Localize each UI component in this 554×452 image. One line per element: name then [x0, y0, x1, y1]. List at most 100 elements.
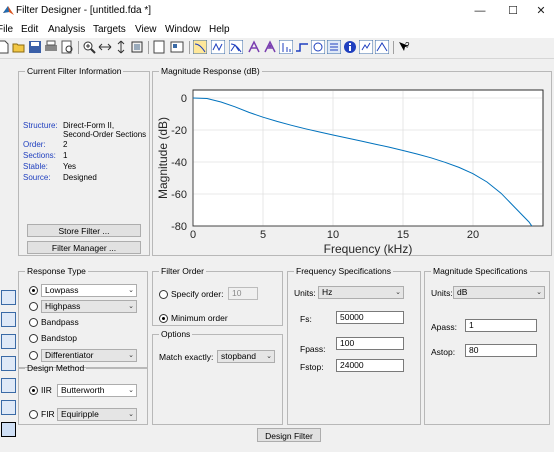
differentiator-radio[interactable]	[29, 351, 38, 360]
mag-units-select[interactable]: dB ⌄	[453, 286, 545, 299]
new-icon[interactable]	[0, 40, 10, 54]
bandstop-label: Bandstop	[41, 333, 77, 343]
zoom-x-icon[interactable]	[98, 40, 112, 54]
specify-order-input[interactable]: 10	[228, 287, 258, 300]
full-screen-icon[interactable]	[170, 40, 184, 54]
freq-units-select[interactable]: Hz ⌄	[318, 286, 404, 299]
match-exactly-select[interactable]: stopband ⌄	[217, 350, 275, 363]
menu-edit[interactable]: Edit	[21, 24, 38, 35]
frequency-specs-legend: Frequency Specifications	[296, 266, 391, 276]
set-quantization-icon[interactable]	[1, 378, 16, 393]
pole-zero-editor-icon[interactable]	[1, 334, 16, 349]
menu-view[interactable]: View	[135, 24, 157, 35]
menu-analysis[interactable]: Analysis	[48, 24, 85, 35]
zoom-y-icon[interactable]	[114, 40, 128, 54]
x-tick-label: 0	[190, 229, 196, 241]
fir-method-value: Equiripple	[61, 409, 99, 419]
store-filter-button[interactable]: Store Filter ...	[27, 224, 141, 237]
maximize-button[interactable]: ☐	[498, 2, 528, 20]
zoom-in-icon[interactable]	[82, 40, 96, 54]
fir-radio[interactable]	[29, 410, 38, 419]
fstop-input[interactable]: 24000	[336, 359, 404, 372]
differentiator-label: Differentiator	[45, 350, 94, 360]
print-icon[interactable]	[44, 40, 58, 54]
fir-label: FIR	[41, 409, 55, 419]
fs-input[interactable]: 50000	[336, 311, 404, 324]
freq-units-value: Hz	[322, 287, 333, 297]
window-title: Filter Designer - [untitled.fda *]	[16, 5, 152, 16]
highpass-label: Highpass	[45, 301, 81, 311]
iir-radio[interactable]	[29, 386, 38, 395]
design-filter-button[interactable]: Design Filter	[257, 428, 321, 442]
differentiator-select[interactable]: Differentiator ⌄	[41, 349, 137, 362]
highpass-select[interactable]: Highpass ⌄	[41, 300, 137, 313]
phase-delay-icon[interactable]	[263, 40, 277, 54]
chevron-down-icon: ⌄	[395, 289, 401, 296]
open-icon[interactable]	[12, 40, 26, 54]
minimize-button[interactable]: —	[465, 2, 495, 20]
magnitude-response-chart[interactable]: 0 5 10 15 20 0 -20 -40 -60 -80 Frequency (kHz) Magn…	[153, 82, 551, 262]
lowpass-radio[interactable]	[29, 286, 38, 295]
bandstop-radio[interactable]	[29, 334, 38, 343]
fir-method-select[interactable]: Equiripple ⌄	[57, 408, 137, 421]
chevron-down-icon: ⌄	[536, 289, 542, 296]
structure-value: Direct-Form II,	[63, 121, 115, 130]
title-bar: Filter Designer - [untitled.fda *] — ☐ ✕	[0, 0, 554, 22]
status-bar	[0, 446, 554, 452]
step-response-icon[interactable]	[295, 40, 309, 54]
toolbar-separator	[189, 41, 190, 54]
menu-help[interactable]: Help	[209, 24, 230, 35]
pole-zero-icon[interactable]	[311, 40, 325, 54]
coefficients-icon[interactable]	[327, 40, 341, 54]
iir-method-select[interactable]: Butterworth ⌄	[57, 384, 137, 397]
menu-window[interactable]: Window	[165, 24, 201, 35]
toolbar-separator	[393, 41, 394, 54]
toolbar: ?	[0, 38, 554, 59]
group-delay-icon[interactable]	[247, 40, 261, 54]
close-button[interactable]: ✕	[526, 2, 554, 20]
filter-manager-button[interactable]: Filter Manager ...	[27, 241, 141, 254]
source-label: Source:	[23, 173, 51, 182]
full-view-icon[interactable]	[130, 40, 144, 54]
x-tick-label: 5	[260, 229, 266, 241]
mag-units-label: Units:	[431, 288, 453, 298]
new-window-icon[interactable]	[152, 40, 166, 54]
y-axis-label: Magnitude (dB)	[156, 117, 170, 199]
magnitude-response-icon[interactable]	[193, 40, 207, 54]
transform-filter-icon[interactable]	[1, 290, 16, 305]
apass-input[interactable]: 1	[465, 319, 537, 332]
lowpass-select[interactable]: Lowpass ⌄	[41, 284, 137, 297]
chevron-down-icon: ⌄	[128, 303, 134, 310]
highpass-radio[interactable]	[29, 302, 38, 311]
phase-response-icon[interactable]	[211, 40, 225, 54]
round-off-icon[interactable]	[375, 40, 389, 54]
cost-icon[interactable]	[359, 40, 373, 54]
fs-label: Fs:	[300, 314, 312, 324]
menu-targets[interactable]: Targets	[93, 24, 126, 35]
print-preview-icon[interactable]	[60, 40, 74, 54]
svg-text:?: ?	[405, 41, 410, 50]
menu-file[interactable]: File	[0, 24, 13, 35]
y-tick-label: -60	[171, 189, 187, 201]
filter-order-legend: Filter Order	[161, 266, 204, 276]
magnitude-specs-legend: Magnitude Specifications	[433, 266, 528, 276]
minimum-order-label: Minimum order	[171, 313, 228, 323]
x-tick-label: 10	[327, 229, 339, 241]
magnitude-phase-icon[interactable]	[229, 40, 243, 54]
impulse-response-icon[interactable]	[279, 40, 293, 54]
structure-label: Structure:	[23, 121, 58, 130]
specify-order-radio[interactable]	[159, 290, 168, 299]
bandpass-radio[interactable]	[29, 318, 38, 327]
design-filter-icon[interactable]	[1, 422, 16, 437]
minimum-order-radio[interactable]	[159, 314, 168, 323]
freq-units-label: Units:	[294, 288, 316, 298]
fpass-input[interactable]: 100	[336, 337, 404, 350]
realize-model-icon[interactable]	[1, 400, 16, 415]
multirate-filter-icon[interactable]	[1, 312, 16, 327]
save-icon[interactable]	[28, 40, 42, 54]
whats-this-icon[interactable]: ?	[397, 40, 411, 54]
import-filter-icon[interactable]	[1, 356, 16, 371]
design-method-panel: Design Method IIR Butterworth ⌄ FIR Equir…	[18, 363, 148, 425]
astop-input[interactable]: 80	[465, 344, 537, 357]
info-icon[interactable]	[343, 40, 357, 54]
